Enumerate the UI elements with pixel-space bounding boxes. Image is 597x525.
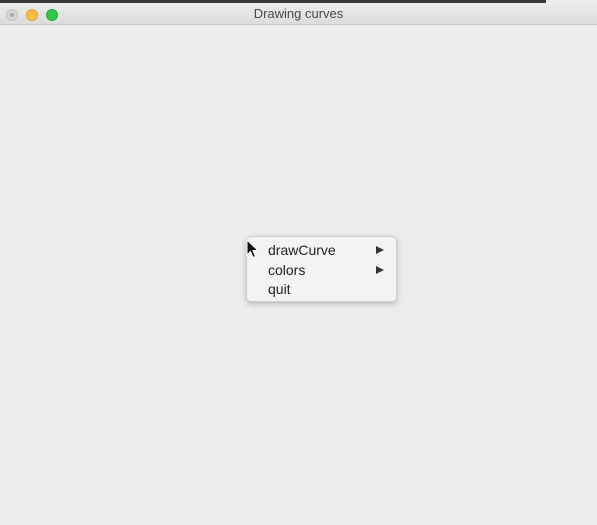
arrow-cursor-icon (246, 239, 260, 259)
app-window: Drawing curves drawCurve colors quit (0, 0, 597, 525)
menu-item-drawcurve[interactable]: drawCurve (247, 241, 396, 261)
menu-item-label: quit (268, 281, 291, 297)
menu-item-quit[interactable]: quit (247, 280, 396, 300)
title-bar[interactable]: Drawing curves (0, 3, 597, 25)
context-menu: drawCurve colors quit (246, 236, 397, 302)
menu-item-label: colors (268, 261, 306, 278)
menu-item-label: drawCurve (268, 242, 336, 258)
menu-item-colors[interactable]: colors (247, 261, 396, 281)
chevron-right-icon (376, 265, 384, 274)
chevron-right-icon (376, 246, 384, 254)
window-title: Drawing curves (253, 6, 344, 21)
